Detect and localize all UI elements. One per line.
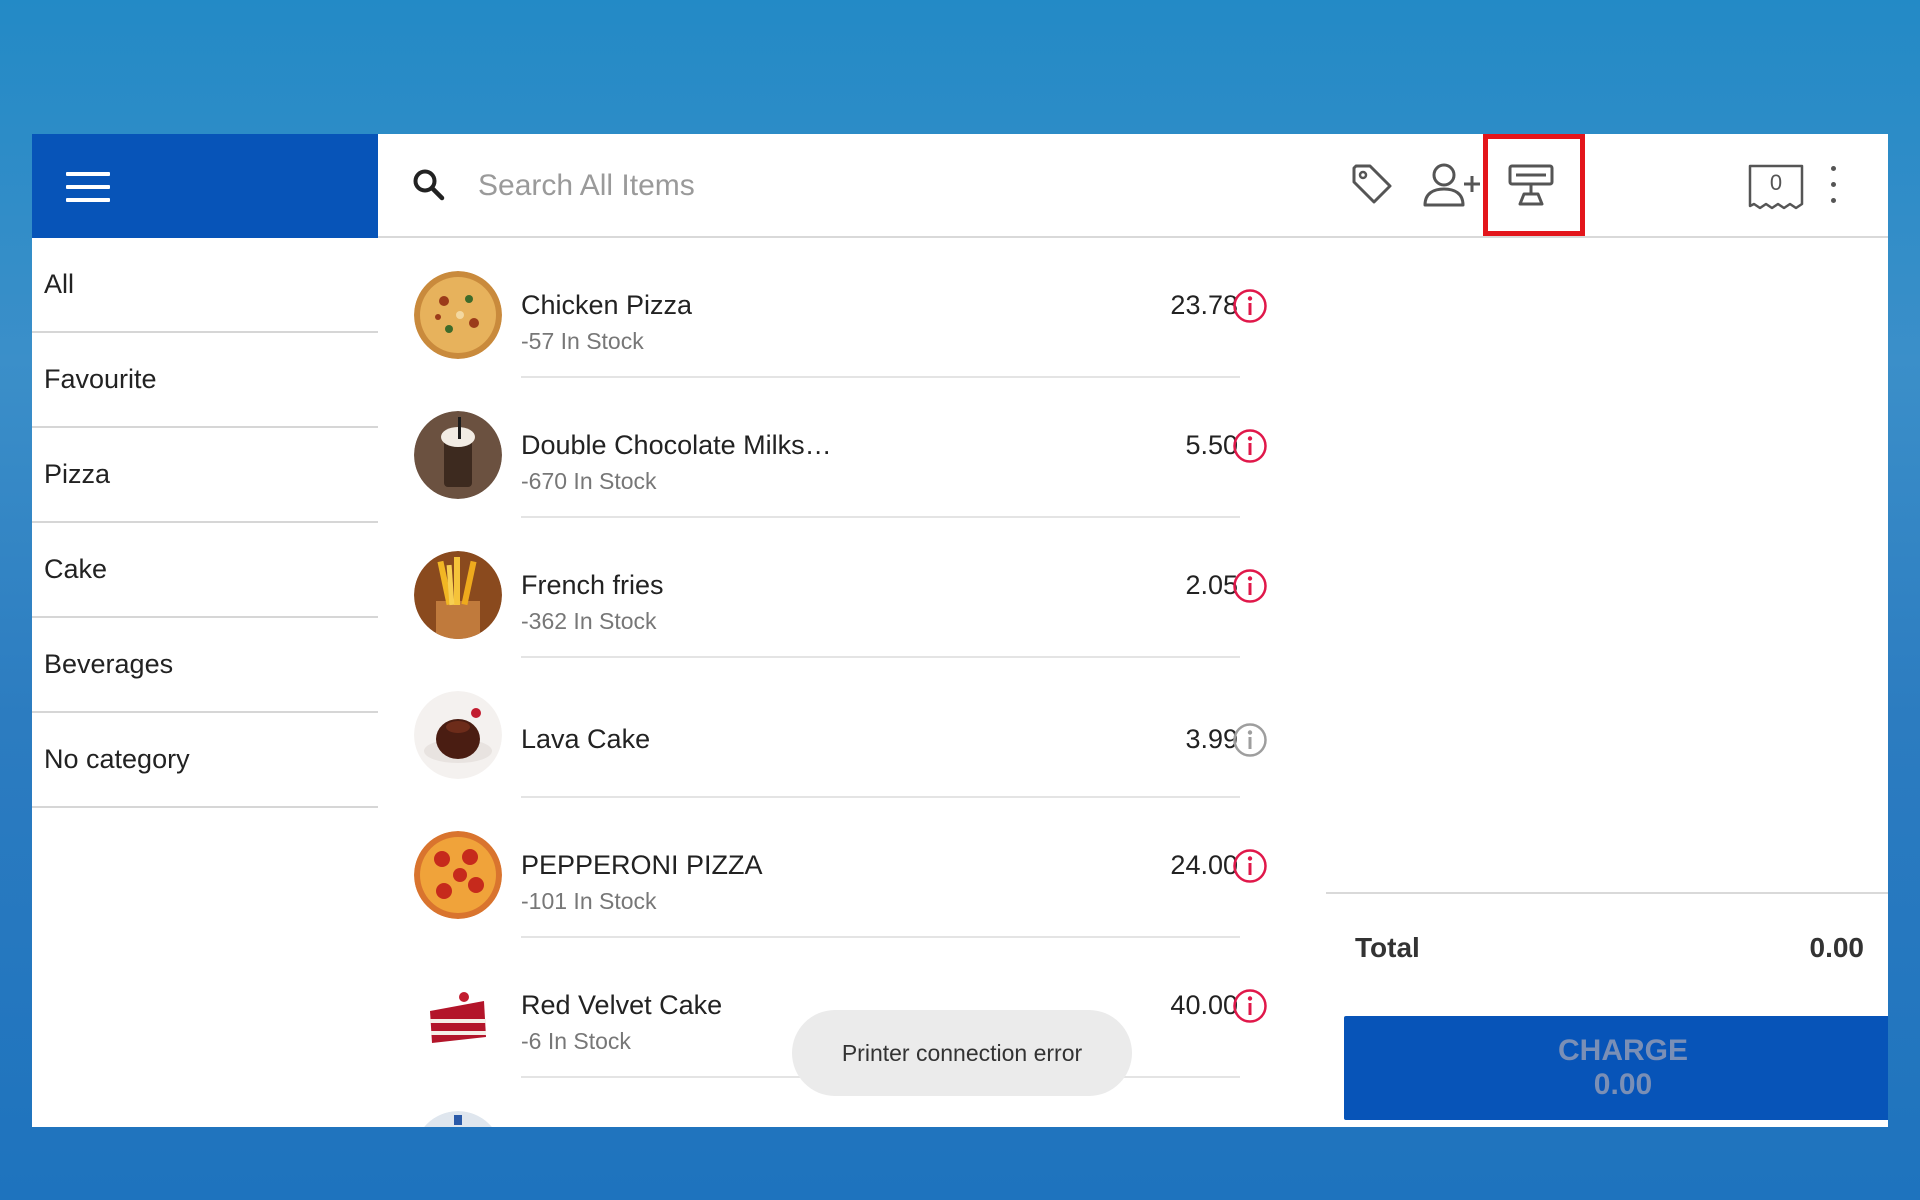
- charge-label: CHARGE: [1557, 1034, 1688, 1067]
- milkshake-thumbnail: [414, 411, 502, 499]
- ticket-panel: 0 Total 0.00 CHARGE 0.00: [1326, 134, 1888, 1127]
- printer-highlight-box: [1483, 134, 1585, 236]
- chicken-pizza-thumbnail: [414, 271, 502, 359]
- category-cake[interactable]: Cake: [32, 523, 378, 618]
- cart-area: [1326, 238, 1888, 788]
- item-stock: -670 In Stock: [521, 468, 657, 494]
- category-beverages[interactable]: Beverages: [32, 618, 378, 713]
- item-list-panel: Chicken Pizza -57 In Stock 23.78 Double …: [378, 134, 1328, 1127]
- item-stock: -6 In Stock: [521, 1028, 631, 1054]
- item-stock: -101 In Stock: [521, 888, 657, 914]
- add-customer-icon[interactable]: [1422, 162, 1480, 208]
- divider: [1326, 892, 1888, 894]
- info-icon[interactable]: [1232, 988, 1268, 1024]
- category-pizza[interactable]: Pizza: [32, 428, 378, 523]
- search-icon[interactable]: [412, 168, 446, 202]
- toast-message: Printer connection error: [792, 1010, 1132, 1096]
- charge-button[interactable]: CHARGE 0.00: [1344, 1016, 1888, 1120]
- item-price: 24.00: [1170, 850, 1238, 880]
- more-vert-icon[interactable]: [1826, 164, 1840, 206]
- list-item[interactable]: PEPPERONI PIZZA -101 In Stock 24.00: [378, 798, 1326, 938]
- list-item[interactable]: Lava Cake 3.99: [378, 658, 1326, 798]
- item-price: 23.78: [1170, 290, 1238, 320]
- item-price: 5.50: [1185, 430, 1238, 460]
- category-sidebar: All Favourite Pizza Cake Beverages No ca…: [32, 134, 380, 1127]
- list-item[interactable]: French fries -362 In Stock 2.05: [378, 518, 1326, 658]
- menu-icon[interactable]: [66, 172, 110, 202]
- item-name: French fries: [521, 570, 664, 600]
- item-name: PEPPERONI PIZZA: [521, 850, 763, 880]
- item-name: Double Chocolate Milks…: [521, 430, 832, 460]
- item-stock: -362 In Stock: [521, 608, 657, 634]
- item-thumbnail: [424, 1111, 492, 1127]
- info-icon[interactable]: [1232, 722, 1268, 758]
- french-fries-thumbnail: [414, 551, 502, 639]
- info-icon[interactable]: [1232, 288, 1268, 324]
- item-name: Lava Cake: [521, 724, 651, 754]
- search-bar: [378, 134, 1326, 238]
- item-name: Chicken Pizza: [521, 290, 693, 320]
- open-tickets-button[interactable]: 0: [1748, 164, 1804, 210]
- category-all[interactable]: All: [32, 238, 378, 333]
- item-stock: -57 In Stock: [521, 328, 644, 354]
- total-label: Total: [1355, 932, 1420, 963]
- list-item[interactable]: Chicken Pizza -57 In Stock 23.78: [378, 238, 1326, 378]
- tag-icon[interactable]: [1350, 162, 1394, 206]
- info-icon[interactable]: [1232, 428, 1268, 464]
- info-icon[interactable]: [1232, 568, 1268, 604]
- charge-amount: 0.00: [1593, 1068, 1653, 1101]
- red-velvet-cake-thumbnail: [414, 971, 502, 1059]
- sidebar-header: [32, 134, 378, 238]
- search-input[interactable]: [476, 159, 1280, 213]
- item-price: 3.99: [1185, 724, 1238, 754]
- total-value: 0.00: [1809, 932, 1865, 963]
- ticket-toolbar: 0: [1326, 134, 1888, 238]
- pepperoni-pizza-thumbnail: [414, 831, 502, 919]
- item-name: Red Velvet Cake: [521, 990, 723, 1020]
- category-no-category[interactable]: No category: [32, 713, 378, 808]
- item-price: 2.05: [1185, 570, 1238, 600]
- category-favourite[interactable]: Favourite: [32, 333, 378, 428]
- item-price: 40.00: [1170, 990, 1238, 1020]
- info-icon[interactable]: [1232, 848, 1268, 884]
- lava-cake-thumbnail: [414, 691, 502, 779]
- list-item[interactable]: Double Chocolate Milks… -670 In Stock 5.…: [378, 378, 1326, 518]
- pos-app: All Favourite Pizza Cake Beverages No ca…: [32, 134, 1888, 1127]
- ticket-count: 0: [1769, 170, 1783, 195]
